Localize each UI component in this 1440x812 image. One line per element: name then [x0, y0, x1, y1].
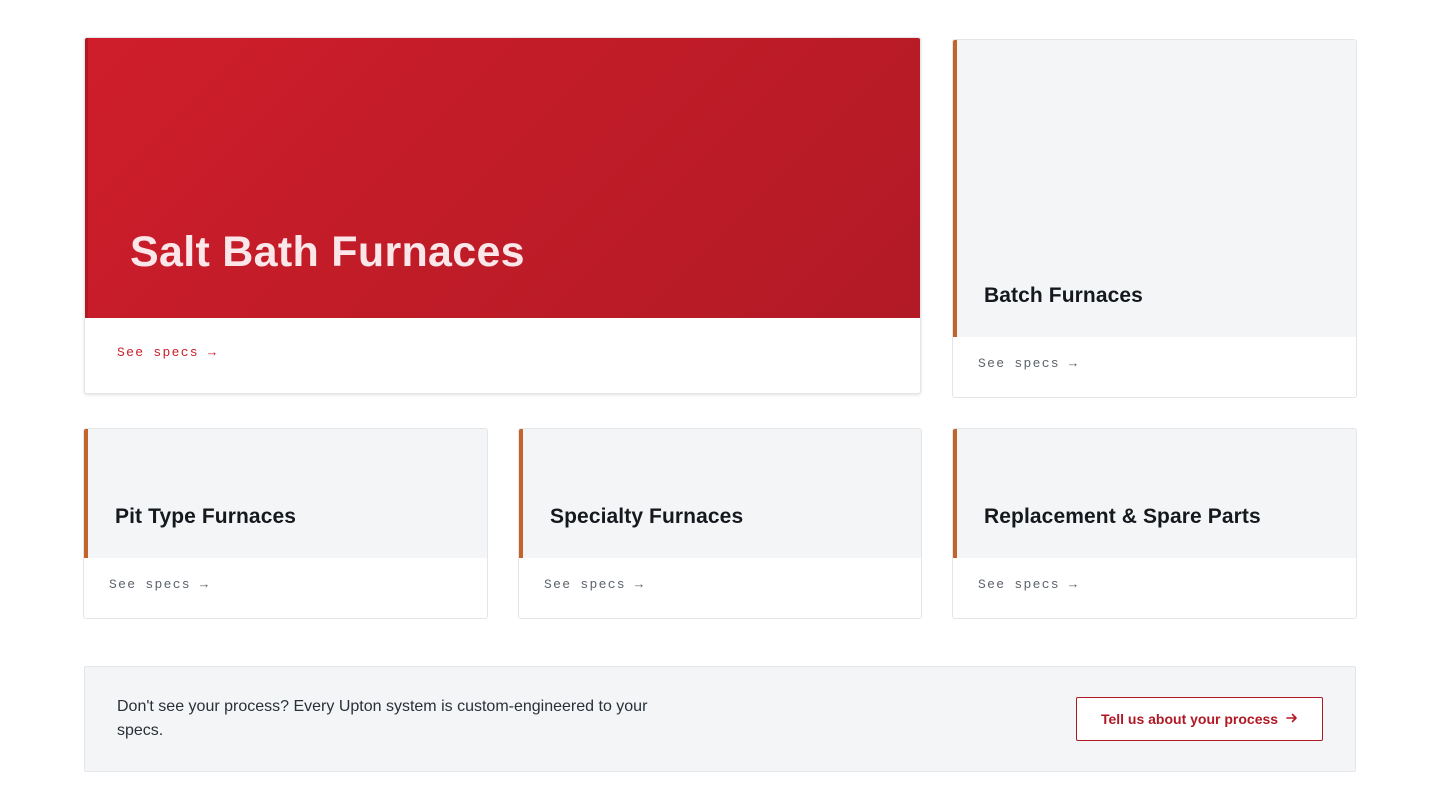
card-specialty-furnaces[interactable]: Specialty Furnaces See specs → — [518, 428, 922, 619]
card-title: Specialty Furnaces — [550, 505, 744, 528]
card-pit-type-furnaces[interactable]: Pit Type Furnaces See specs → — [83, 428, 488, 619]
card-title: Replacement & Spare Parts — [984, 505, 1261, 528]
arrow-right-icon — [1286, 711, 1298, 727]
featured-card-hero: Salt Bath Furnaces — [85, 38, 920, 318]
see-specs-link[interactable]: See specs → — [978, 356, 1078, 371]
see-specs-link[interactable]: See specs → — [978, 577, 1078, 592]
card-replacement-spare-parts[interactable]: Replacement & Spare Parts See specs → — [952, 428, 1357, 619]
cta-text: Don't see your process? Every Upton syst… — [117, 698, 648, 739]
featured-see-specs-link[interactable]: See specs → — [117, 345, 217, 360]
card-header: Specialty Furnaces — [519, 429, 921, 558]
card-title: Batch Furnaces — [984, 284, 1143, 307]
custom-process-cta: Don't see your process? Every Upton syst… — [84, 666, 1356, 772]
see-specs-link[interactable]: See specs → — [109, 577, 209, 592]
card-header: Replacement & Spare Parts — [953, 429, 1356, 558]
card-header: Batch Furnaces — [953, 40, 1356, 337]
featured-card-salt-bath[interactable]: Salt Bath Furnaces See specs → — [84, 37, 921, 394]
card-header: Pit Type Furnaces — [84, 429, 487, 558]
featured-card-title: Salt Bath Furnaces — [130, 228, 525, 276]
card-title: Pit Type Furnaces — [115, 505, 297, 528]
card-batch-furnaces[interactable]: Batch Furnaces See specs → — [952, 39, 1357, 398]
see-specs-link[interactable]: See specs → — [544, 577, 644, 592]
tell-us-about-process-button[interactable]: Tell us about your process — [1076, 697, 1323, 741]
cta-button-label: Tell us about your process — [1100, 711, 1279, 727]
